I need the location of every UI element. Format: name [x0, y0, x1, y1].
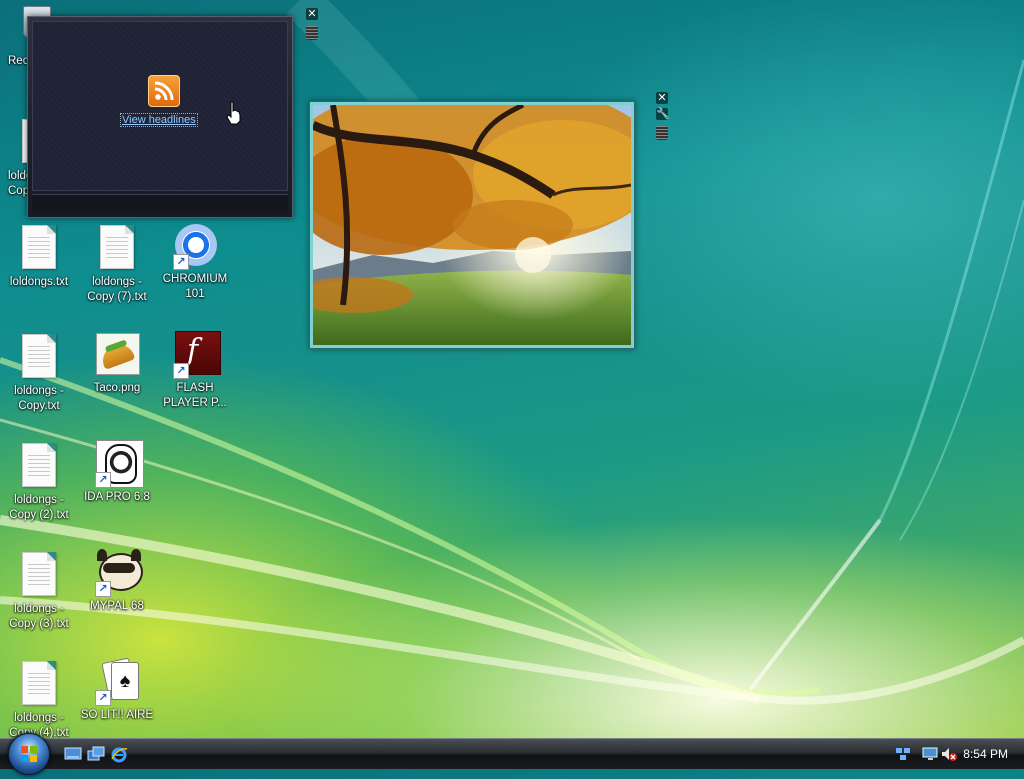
desktop-icon-flash-player[interactable]: f ↗ FLASH PLAYER P... [156, 331, 234, 411]
shortcut-arrow-icon: ↗ [95, 690, 111, 706]
view-headlines-link[interactable]: View headlines [120, 113, 198, 127]
monitor-icon[interactable] [922, 746, 940, 762]
text-file-icon [15, 443, 63, 491]
desktop-icon-ida-pro[interactable]: ↗ IDA PRO 6.8 [78, 440, 156, 505]
desktop-icon-text-file[interactable]: loldongs - Copy (7).txt [78, 222, 156, 305]
wrench-options-icon[interactable]: 🔧 [656, 108, 670, 120]
feed-headlines-gadget[interactable]: View headlines [27, 16, 293, 218]
feed-gadget-drag-grip[interactable] [306, 26, 318, 40]
switch-windows-icon[interactable] [87, 746, 105, 762]
taskbar: 8:54 PM [0, 733, 1024, 775]
show-desktop-icon[interactable] [64, 746, 82, 762]
text-file-icon [15, 225, 63, 273]
chromium-icon: ↗ [171, 222, 219, 270]
rss-icon[interactable] [148, 75, 180, 107]
taco-image-icon [93, 331, 141, 379]
system-tray: 8:54 PM [884, 739, 1024, 769]
taskbar-clock[interactable]: 8:54 PM [963, 747, 1008, 761]
network-icon[interactable] [894, 746, 912, 762]
shortcut-arrow-icon: ↗ [95, 472, 111, 488]
start-button[interactable] [8, 733, 50, 775]
volume-muted-icon[interactable] [940, 746, 958, 762]
gadget-footer [32, 194, 288, 213]
icon-label: CHROMIUM 101 [162, 273, 228, 300]
hand-cursor-icon [226, 101, 241, 125]
icon-label: SO LIT!! AIRE [80, 709, 154, 721]
icon-label: Taco.png [93, 382, 141, 394]
desktop-icon-text-file[interactable]: loldongs - Copy.txt [0, 331, 78, 414]
internet-explorer-icon[interactable] [110, 746, 128, 763]
icon-label: IDA PRO 6.8 [84, 491, 150, 503]
slideshow-gadget[interactable] [309, 101, 635, 349]
text-file-icon [15, 334, 63, 382]
slideshow-photo [313, 105, 631, 345]
icon-label: loldongs - Copy.txt [14, 385, 64, 412]
desktop-icon-mypal[interactable]: ↗ MYPAL 68 [78, 549, 156, 614]
desktop-icon-solitaire[interactable]: ♠ ↗ SO LIT!! AIRE [78, 657, 156, 723]
desktop-icon-text-file[interactable]: loldongs - Copy (4).txt [0, 658, 78, 741]
shortcut-arrow-icon: ↗ [95, 581, 111, 597]
icon-label: MYPAL 68 [90, 600, 144, 612]
icon-label: loldongs - Copy (7).txt [87, 276, 147, 303]
text-file-icon [15, 552, 63, 600]
windows-logo-icon [21, 746, 37, 762]
desktop-icon-chromium[interactable]: ↗ CHROMIUM 101 [156, 222, 234, 302]
desktop-icon-text-file[interactable]: loldongs.txt [0, 222, 78, 290]
solitaire-cards-icon: ♠ ↗ [93, 657, 141, 706]
shortcut-arrow-icon: ↗ [173, 254, 189, 270]
close-feed-gadget-icon[interactable]: ✕ [306, 8, 318, 20]
slideshow-gadget-drag-grip[interactable] [656, 126, 668, 140]
shortcut-arrow-icon: ↗ [173, 363, 189, 379]
flash-player-icon: f ↗ [171, 331, 221, 379]
icon-label: loldongs - Copy (3).txt [9, 603, 69, 630]
desktop-icon-taco[interactable]: Taco.png [78, 331, 156, 396]
icon-label: loldongs - Copy (2).txt [9, 494, 69, 521]
mypal-raccoon-icon: ↗ [93, 549, 143, 597]
text-file-icon [15, 661, 63, 709]
desktop-icon-text-file[interactable]: loldongs - Copy (3).txt [0, 549, 78, 632]
ida-pro-icon: ↗ [93, 440, 144, 488]
icon-label: loldongs.txt [9, 276, 69, 288]
desktop-icon-text-file[interactable]: loldongs - Copy (2).txt [0, 440, 78, 523]
text-file-icon [93, 225, 141, 273]
close-slideshow-gadget-icon[interactable]: ✕ [656, 92, 668, 104]
icon-label: FLASH PLAYER P... [163, 382, 227, 409]
